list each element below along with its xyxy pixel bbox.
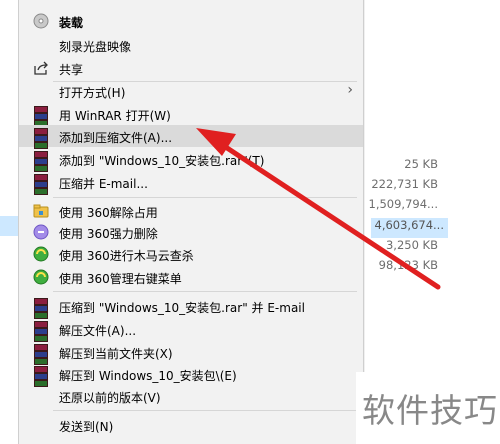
watermark-text: 软件技巧 (362, 391, 498, 430)
watermark: 软件技巧 (356, 372, 500, 444)
